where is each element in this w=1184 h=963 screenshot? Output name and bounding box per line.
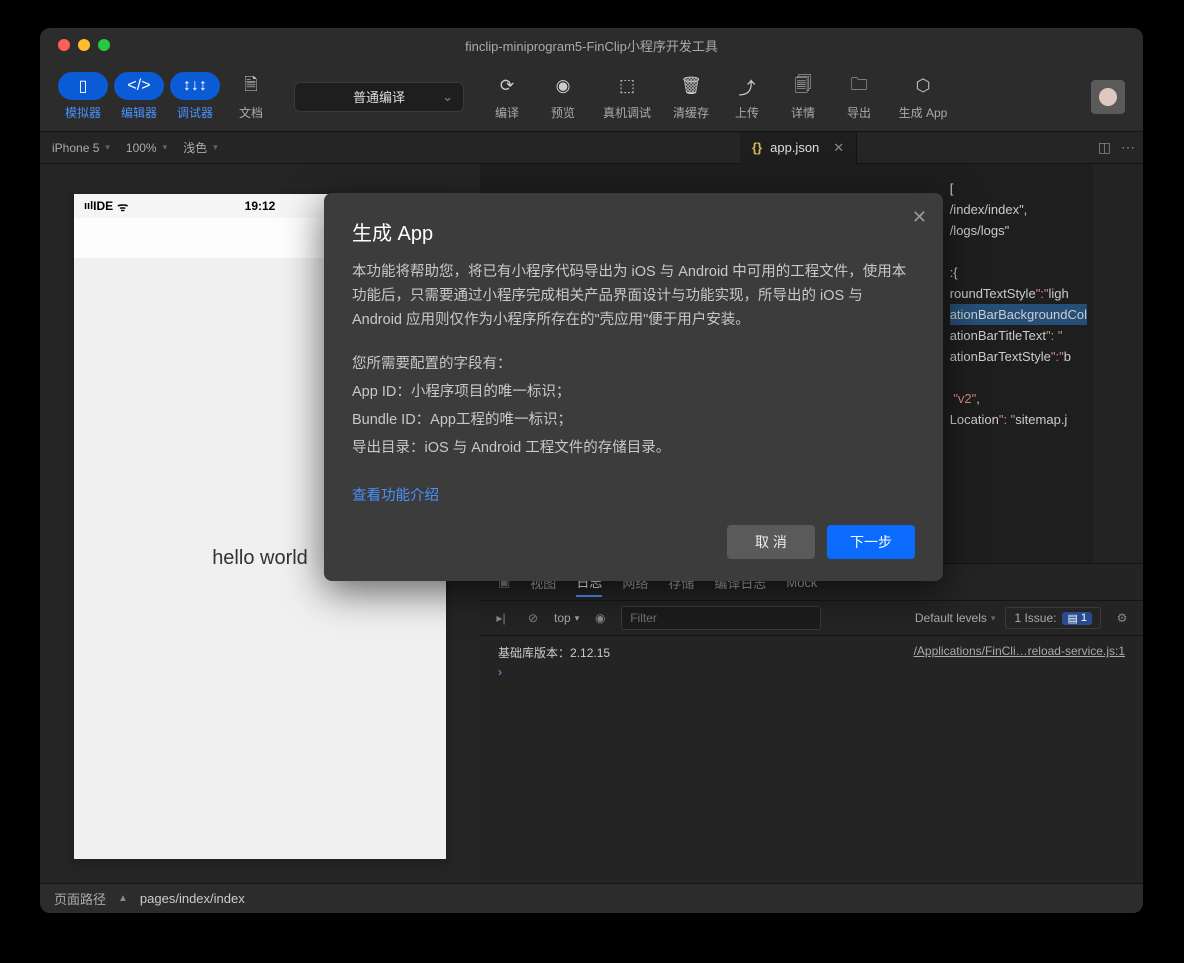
modal-fields-intro: 您所需要配置的字段有： — [352, 352, 915, 376]
cancel-button[interactable]: 取 消 — [727, 525, 815, 559]
modal-field-bundleid: Bundle ID：App工程的唯一标识； — [352, 408, 915, 432]
modal-field-appid: App ID：小程序项目的唯一标识； — [352, 380, 915, 404]
modal-link[interactable]: 查看功能介绍 — [352, 484, 439, 505]
modal-field-exportdir: 导出目录：iOS 与 Android 工程文件的存储目录。 — [352, 436, 915, 460]
modal-title: 生成 App — [352, 217, 915, 246]
generate-app-modal: ✕ 生成 App 本功能将帮助您，将已有小程序代码导出为 iOS 与 Andro… — [324, 193, 943, 581]
next-button[interactable]: 下一步 — [827, 525, 915, 559]
app-window: finclip-miniprogram5-FinClip小程序开发工具 ▯ 模拟… — [40, 28, 1143, 913]
modal-close-icon[interactable]: ✕ — [912, 207, 927, 228]
modal-desc: 本功能将帮助您，将已有小程序代码导出为 iOS 与 Android 中可用的工程… — [352, 260, 915, 332]
